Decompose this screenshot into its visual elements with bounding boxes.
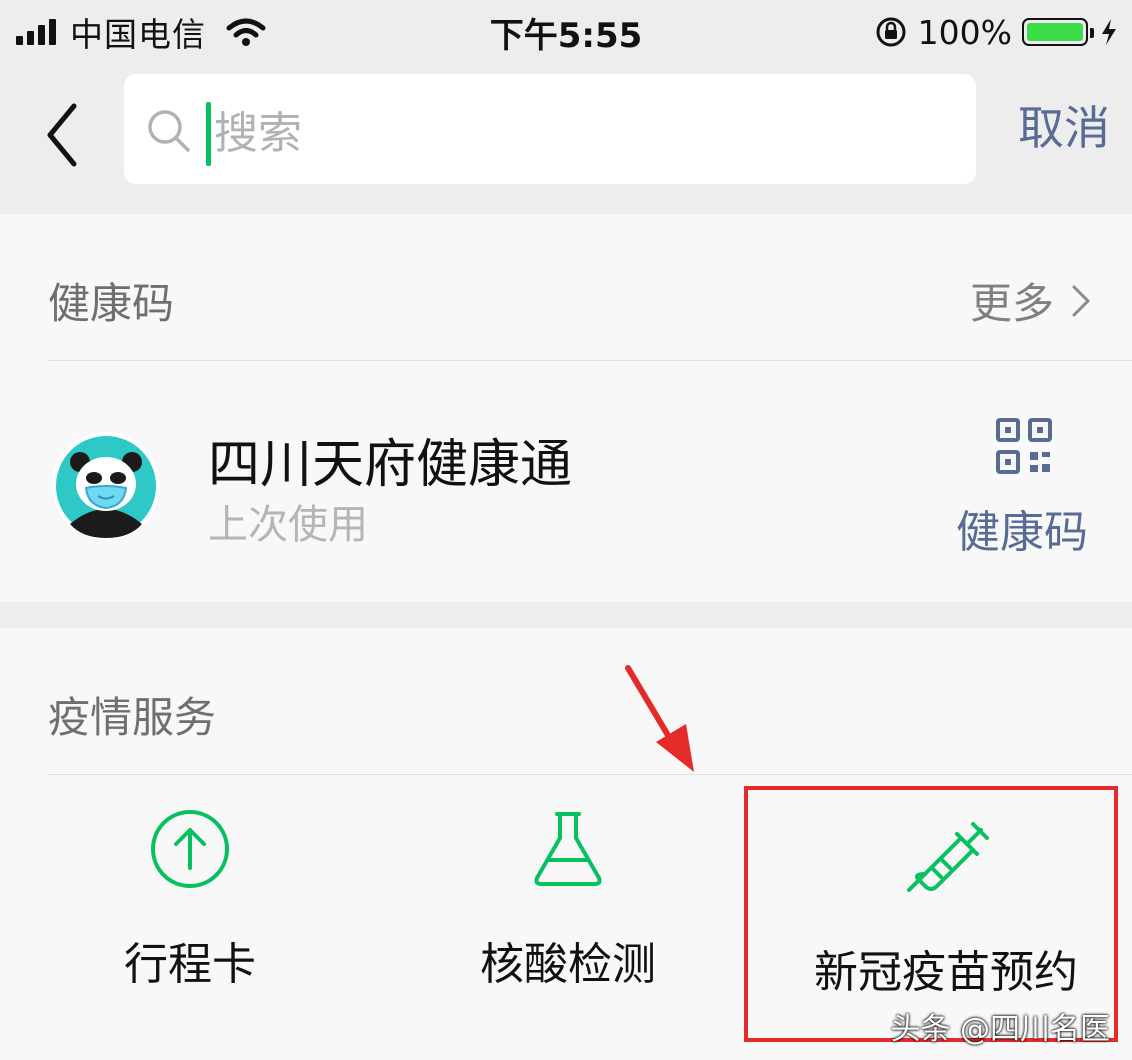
app-subtitle: 上次使用 [208,502,368,548]
flask-icon [534,812,602,886]
divider [48,774,1132,775]
search-header: 搜索 取消 [0,64,1132,212]
more-link[interactable]: 更多 [970,270,1092,331]
battery-icon [1022,18,1094,46]
app-name[interactable]: 四川天府健康通 [208,422,572,497]
text-caret [206,102,211,166]
watermark: 头条 @四川名医 [890,1012,1110,1047]
section-title-health-code: 健康码 [48,279,175,328]
divider [48,360,1132,361]
arrow-up-circle-icon [151,810,229,888]
health-code-section: 健康码 更多 四川天府健康通 上次使用 健康码 [0,214,1132,602]
search-box[interactable]: 搜索 [124,74,976,184]
battery-fill [1027,23,1083,41]
chevron-left-icon[interactable] [40,100,84,170]
service-nucleic-test[interactable]: 核酸检测 [418,808,718,992]
red-arrow-annotation [625,665,694,772]
status-right: 100% [874,10,1120,54]
search-input[interactable]: 搜索 [214,102,302,166]
panda-avatar[interactable] [52,432,160,540]
service-itinerary-card[interactable]: 行程卡 [40,808,340,992]
orientation-lock-icon [876,17,906,47]
battery-percent: 100% [917,12,1012,52]
more-label: 更多 [969,279,1054,328]
cancel-button[interactable]: 取消 [1018,98,1110,158]
battery-cap [1090,28,1094,38]
charging-icon [1102,19,1116,45]
service-label: 行程卡 [124,939,256,990]
service-label: 核酸检测 [480,939,656,990]
section-title-epidemic: 疫情服务 [48,693,217,742]
search-icon [148,110,190,152]
status-bar: 中国电信 下午5:55 100% [0,0,1132,64]
chevron-right-icon [1072,285,1090,316]
health-code-button[interactable]: 健康码 [956,496,1088,560]
qr-code-icon[interactable] [996,418,1052,474]
